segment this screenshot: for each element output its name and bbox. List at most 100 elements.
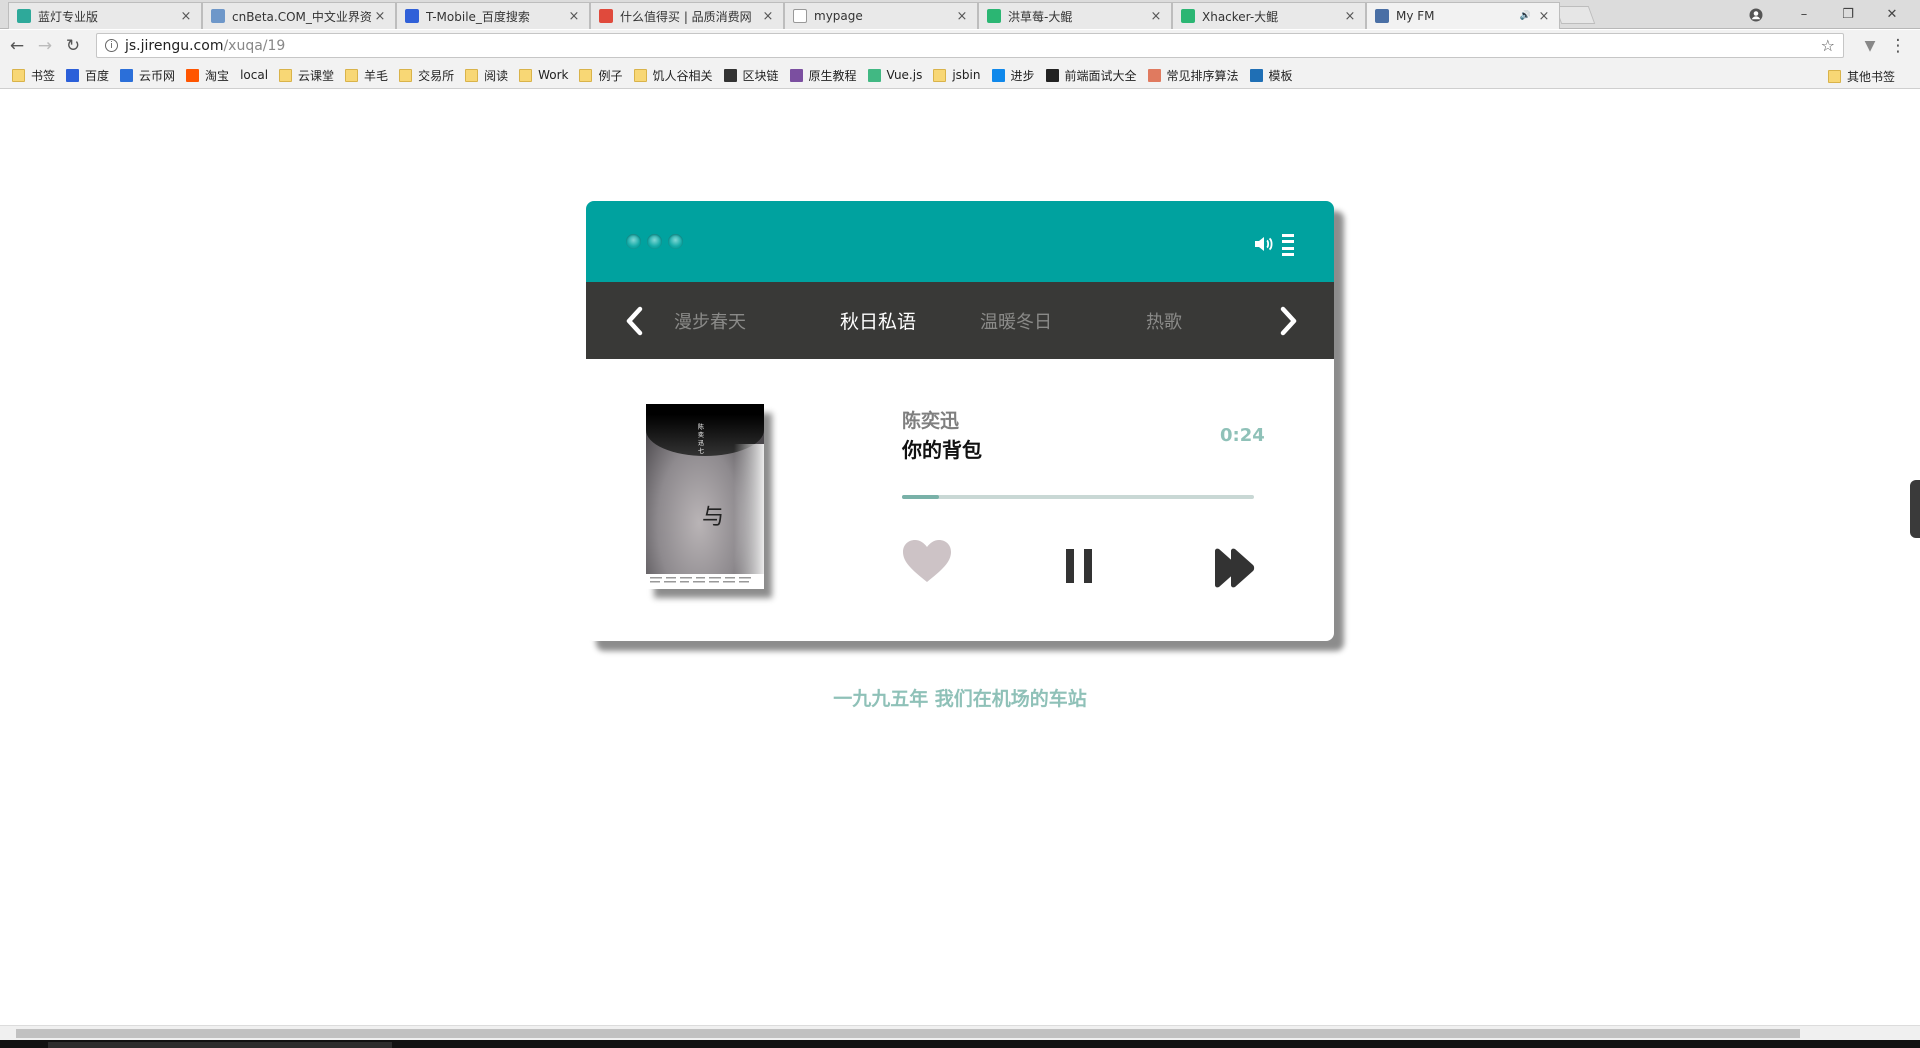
tab-title: 洪草莓-大鲲: [1008, 9, 1073, 24]
tab-title: My FM: [1396, 9, 1435, 23]
tab-close-icon[interactable]: ×: [1149, 9, 1163, 24]
bookmark-item[interactable]: 饥人谷相关: [633, 67, 713, 84]
bookmark-item[interactable]: 书签: [12, 67, 55, 84]
channel-tab[interactable]: 温暖冬日: [980, 308, 1052, 334]
folder-icon: [1827, 70, 1841, 83]
fm-player: 漫步春天 秋日私语 温暖冬日 热歌 陈奕迅七 与 陈奕迅 你的背包 0:24: [586, 201, 1334, 641]
back-icon[interactable]: ←: [5, 34, 29, 58]
channel-tab[interactable]: 秋日私语: [840, 307, 916, 334]
browser-tab[interactable]: T-Mobile_百度搜索 ×: [396, 2, 590, 29]
address-bar[interactable]: i js.jirengu.com/xuqa/19 ☆: [96, 33, 1844, 58]
next-track-icon[interactable]: [1212, 548, 1256, 588]
bookmark-label: 进步: [1010, 68, 1035, 83]
page-content: 漫步春天 秋日私语 温暖冬日 热歌 陈奕迅七 与 陈奕迅 你的背包 0:24 一…: [0, 90, 1920, 1025]
pause-icon[interactable]: [1066, 549, 1092, 583]
dot-icon: [647, 234, 662, 249]
next-channel-arrow-icon[interactable]: [1274, 302, 1304, 340]
reload-icon[interactable]: ↻: [61, 34, 85, 58]
browser-tab[interactable]: My FM 🔊 ×: [1366, 2, 1560, 29]
bookmark-item[interactable]: 前端面试大全: [1045, 67, 1137, 84]
forward-icon[interactable]: →: [33, 34, 57, 58]
volume-icon[interactable]: [1254, 236, 1274, 252]
bookmark-item[interactable]: 常见排序算法: [1147, 67, 1239, 84]
player-header: [586, 201, 1334, 282]
tab-favicon-icon: [1375, 9, 1389, 23]
bookmark-item[interactable]: 阅读: [465, 67, 508, 84]
bookmark-star-icon[interactable]: ☆: [1821, 36, 1835, 55]
tab-close-icon[interactable]: ×: [1537, 9, 1551, 24]
progress-bar[interactable]: [902, 495, 1254, 499]
lyric-line: 一九九五年 我们在机场的车站: [833, 688, 1087, 710]
browser-tab[interactable]: Xhacker-大鲲 ×: [1172, 2, 1366, 29]
play-time: 0:24: [1220, 425, 1265, 446]
playlist-menu-icon[interactable]: [1282, 234, 1294, 256]
tab-audio-icon[interactable]: 🔊: [1520, 11, 1531, 21]
channel-tab[interactable]: 热歌: [1146, 308, 1182, 334]
tab-close-icon[interactable]: ×: [955, 9, 969, 24]
bookmark-item[interactable]: local: [0, 68, 268, 165]
cover-vertical-text: 陈奕迅七: [698, 424, 705, 455]
bookmark-item[interactable]: 云课堂: [279, 67, 334, 84]
menu-icon[interactable]: ⋮: [1886, 34, 1910, 58]
bookmark-item[interactable]: 区块链: [723, 67, 779, 84]
album-cover-art: 陈奕迅七 与: [646, 404, 764, 574]
side-panel-handle[interactable]: [1910, 480, 1920, 538]
cover-footer: [650, 576, 760, 586]
bookmark-item[interactable]: Vue.js: [867, 68, 923, 82]
horizontal-scrollbar[interactable]: [0, 1025, 1920, 1040]
minimize-icon[interactable]: –: [1782, 0, 1826, 29]
new-tab-button[interactable]: [1554, 6, 1596, 24]
tab-favicon-icon: [987, 9, 1001, 23]
bookmark-item[interactable]: 云币网: [120, 67, 175, 84]
bookmark-label: 模板: [1268, 68, 1293, 83]
folder-icon: [579, 68, 593, 82]
browser-tab[interactable]: 洪草莓-大鲲 ×: [978, 2, 1172, 29]
tab-close-icon[interactable]: ×: [179, 9, 193, 24]
restore-icon[interactable]: ❐: [1826, 0, 1870, 29]
tab-favicon-icon: [599, 9, 613, 23]
site-info-icon[interactable]: i: [105, 39, 118, 52]
folder-icon: [519, 68, 533, 82]
tab-close-icon[interactable]: ×: [567, 9, 581, 24]
taobao-icon: [186, 68, 200, 82]
bookmark-label: Work: [538, 68, 569, 82]
tab-close-icon[interactable]: ×: [761, 9, 775, 24]
prev-channel-arrow-icon[interactable]: [619, 302, 649, 340]
channel-tab[interactable]: 漫步春天: [674, 308, 746, 334]
browser-tab[interactable]: 什么值得买 | 品质消费网 ×: [590, 2, 784, 29]
bookmark-item[interactable]: 例子: [579, 67, 623, 84]
window-dots: [626, 234, 689, 249]
tab-strip: 蓝灯专业版 × cnBeta.COM_中文业界资 × T-Mobile_百度搜索 × 什么值…: [0, 0, 1920, 29]
bookmark-item[interactable]: 羊毛: [345, 67, 388, 84]
heart-icon[interactable]: [902, 538, 952, 584]
bookmark-other[interactable]: 其他书签: [1827, 68, 1895, 85]
bookmark-label: 云币网: [139, 68, 176, 83]
bookmark-item[interactable]: 交易所: [399, 67, 454, 84]
browser-tab[interactable]: mypage ×: [784, 2, 978, 29]
tab-title: T-Mobile_百度搜索: [426, 9, 530, 24]
folder-icon: [279, 68, 293, 82]
channel-bar: 漫步春天 秋日私语 温暖冬日 热歌: [586, 282, 1334, 359]
bookmark-item[interactable]: 模板: [1249, 67, 1293, 84]
profile-icon[interactable]: [1734, 0, 1778, 29]
browser-tab[interactable]: cnBeta.COM_中文业界资 ×: [202, 2, 396, 29]
tab-title: mypage: [814, 9, 863, 23]
close-window-icon[interactable]: ✕: [1870, 0, 1914, 29]
progress-fill: [902, 495, 939, 499]
tab-close-icon[interactable]: ×: [1343, 9, 1357, 24]
bookmark-item[interactable]: 百度: [66, 67, 109, 84]
browser-tab[interactable]: 蓝灯专业版 ×: [8, 2, 202, 29]
folder-icon: [465, 68, 479, 82]
folder-icon: [399, 68, 413, 82]
bookmark-item[interactable]: Work: [519, 68, 568, 82]
tab-favicon-icon: [17, 9, 31, 23]
bookmark-item[interactable]: 淘宝: [186, 67, 229, 84]
tab-close-icon[interactable]: ×: [373, 9, 387, 24]
bookmark-item[interactable]: 原生教程: [789, 67, 857, 84]
scrollbar-thumb[interactable]: [16, 1029, 1800, 1038]
taskbar: [0, 1040, 1920, 1048]
bookmark-item[interactable]: jsbin: [933, 68, 981, 82]
extension-icon[interactable]: ▼: [1858, 34, 1882, 58]
bookmark-label: Vue.js: [886, 68, 923, 82]
bookmark-item[interactable]: 进步: [991, 67, 1035, 84]
